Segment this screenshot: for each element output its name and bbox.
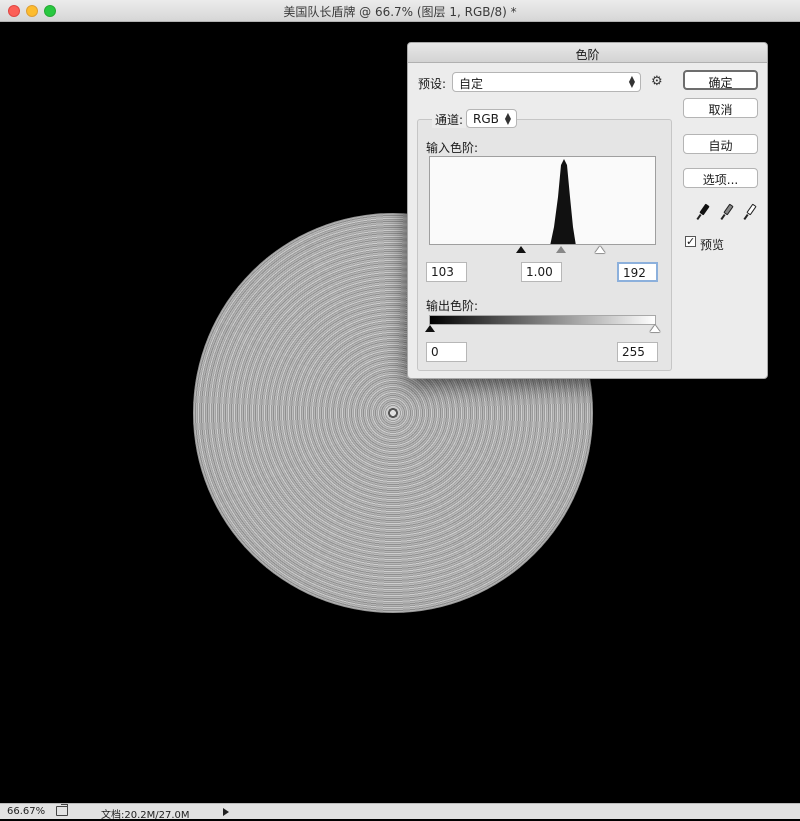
output-gradient-bar <box>429 315 656 325</box>
export-icon[interactable] <box>56 806 68 816</box>
channel-select[interactable]: RGB ▲ ▼ <box>466 109 517 128</box>
preset-select[interactable]: 自定 ▲ ▼ <box>452 72 641 92</box>
output-black-handle[interactable] <box>425 325 435 332</box>
black-eyedropper-icon[interactable] <box>695 203 711 221</box>
output-white-field[interactable]: 255 <box>617 342 658 362</box>
histogram-peak <box>550 159 576 244</box>
white-eyedropper-icon[interactable] <box>742 203 758 221</box>
input-gamma-field[interactable]: 1.00 <box>521 262 562 282</box>
status-menu-arrow-icon[interactable] <box>223 808 229 816</box>
ok-button[interactable]: 确定 <box>683 70 758 90</box>
select-arrows-icon: ▲ ▼ <box>504 111 511 126</box>
channel-label: 通道: <box>432 111 467 128</box>
gray-eyedropper-icon[interactable] <box>719 203 735 221</box>
select-arrows-icon: ▲ ▼ <box>628 74 635 89</box>
input-levels-label: 输入色阶: <box>426 141 479 155</box>
zoom-level[interactable]: 66.67% <box>7 806 45 817</box>
status-bar: 66.67% 文档:20.2M/27.0M <box>0 803 800 821</box>
levels-dialog-title[interactable]: 色阶 <box>408 43 767 63</box>
output-levels-label: 输出色阶: <box>426 299 479 313</box>
options-button[interactable]: 选项... <box>683 168 758 188</box>
output-levels-slider[interactable] <box>425 325 660 335</box>
preset-select-value: 自定 <box>459 77 484 91</box>
preview-checkbox[interactable]: ✓ <box>685 236 696 247</box>
input-levels-slider[interactable] <box>429 245 656 255</box>
output-white-handle[interactable] <box>650 325 660 332</box>
title-bar[interactable]: 美国队长盾牌 @ 66.7% (图层 1, RGB/8) * <box>0 0 800 22</box>
cancel-button[interactable]: 取消 <box>683 98 758 118</box>
preview-label: 预览 <box>700 238 725 252</box>
preset-label: 预设: <box>418 77 447 91</box>
window-title: 美国队长盾牌 @ 66.7% (图层 1, RGB/8) * <box>283 5 517 19</box>
gear-icon[interactable]: ⚙ <box>651 74 663 89</box>
input-white-field[interactable]: 192 <box>617 262 658 282</box>
input-black-handle[interactable] <box>516 246 526 253</box>
input-gamma-handle[interactable] <box>556 246 566 253</box>
auto-button[interactable]: 自动 <box>683 134 758 154</box>
histogram <box>429 156 656 245</box>
channel-select-value: RGB <box>473 112 499 126</box>
output-black-field[interactable]: 0 <box>426 342 467 362</box>
input-white-handle[interactable] <box>595 246 605 253</box>
input-black-field[interactable]: 103 <box>426 262 467 282</box>
levels-dialog: 色阶 预设: 自定 ▲ ▼ ⚙ 通道: RGB ▲ ▼ 输入色阶: 103 1.00… <box>407 42 768 379</box>
photoshop-window: 美国队长盾牌 @ 66.7% (图层 1, RGB/8) * 66.67% 文档… <box>0 0 800 821</box>
